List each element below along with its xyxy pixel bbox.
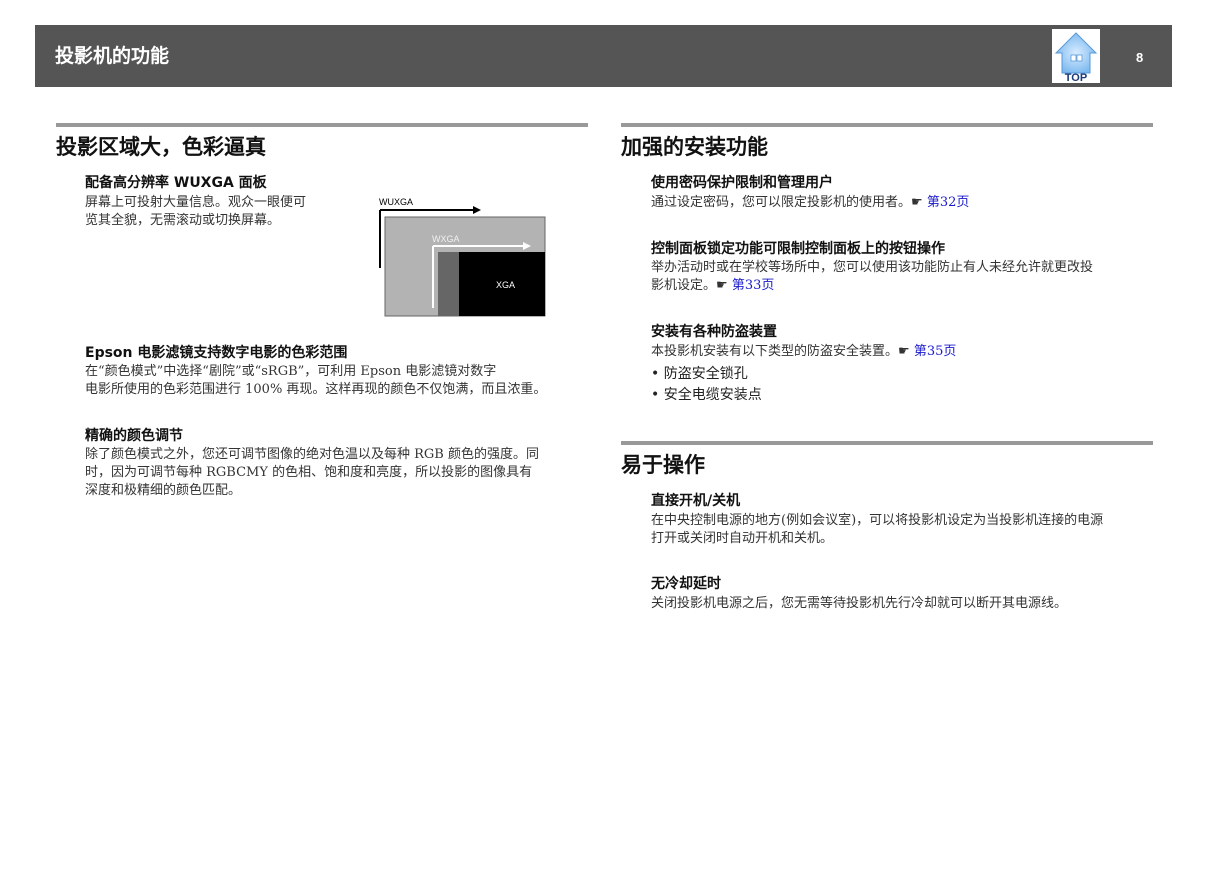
figure-label-xga: XGA	[496, 280, 516, 290]
paragraph-direct-power: 在中央控制电源的地方(例如会议室)，可以将投影机设定为当投影机连接的电源 打开或…	[651, 512, 1103, 548]
subheading-panel-lock: 控制面板锁定功能可限制控制面板上的按钮操作	[651, 241, 945, 257]
paragraph-line: 览其全貌，无需滚动或切换屏幕。	[85, 213, 281, 228]
paragraph-color-adjust: 除了颜色模式之外，您还可调节图像的绝对色温以及每种 RGB 颜色的强度。同 时，…	[85, 446, 539, 500]
pointing-hand-icon: ☛	[898, 344, 910, 359]
subheading-wuxga: 配备高分辨率 WUXGA 面板	[85, 175, 267, 191]
paragraph-line: 举办活动时或在学校等场所中，您可以使用该功能防止有人未经允许就更改投	[651, 260, 1094, 275]
pointing-hand-icon: ☛	[911, 195, 923, 210]
top-label: TOP	[1065, 72, 1087, 83]
page-link-35[interactable]: 第35页	[914, 344, 957, 359]
top-button[interactable]: TOP	[1052, 29, 1100, 84]
paragraph-line: 深度和极精细的颜色匹配。	[85, 483, 242, 498]
page-link-33[interactable]: 第33页	[732, 278, 775, 293]
subheading-cinema-filter: Epson 电影滤镜支持数字电影的色彩范围	[85, 345, 348, 361]
paragraph-wuxga: 屏幕上可投射大量信息。观众一眼便可 览其全貌，无需滚动或切换屏幕。	[85, 194, 306, 230]
paragraph-line: 屏幕上可投射大量信息。观众一眼便可	[85, 195, 307, 210]
resolution-figure: WUXGA WXGA XGA	[375, 196, 550, 320]
page-number: 8	[1136, 50, 1144, 65]
paragraph-line: 打开或关闭时自动开机和关机。	[651, 531, 834, 546]
figure-label-wxga: WXGA	[432, 234, 460, 244]
paragraph-line: 影机设定。	[651, 278, 717, 293]
paragraph-cinema-filter: 在“颜色模式”中选择“剧院”或“sRGB”，可利用 Epson 电影滤镜对数字 …	[85, 363, 546, 399]
paragraph-password: 通过设定密码，您可以限定投影机的使用者。☛ 第32页	[651, 194, 969, 212]
subheading-anti-theft: 安装有各种防盗装置	[651, 324, 777, 340]
subheading-color-adjust: 精确的颜色调节	[85, 428, 183, 444]
list-item-text: 防盗安全锁孔	[663, 366, 748, 382]
paragraph-text: 本投影机安装有以下类型的防盗安全装置。	[651, 344, 899, 359]
paragraph-panel-lock: 举办活动时或在学校等场所中，您可以使用该功能防止有人未经允许就更改投 影机设定。…	[651, 259, 1093, 295]
figure-label-wuxga: WUXGA	[379, 197, 414, 207]
subheading-password: 使用密码保护限制和管理用户	[651, 175, 833, 191]
section-title-operation: 易于操作	[621, 453, 705, 477]
subheading-direct-power: 直接开机/关机	[651, 493, 741, 509]
section-divider	[56, 123, 588, 127]
section-title-display: 投影区域大，色彩逼真	[56, 135, 266, 159]
paragraph-line: 在“颜色模式”中选择“剧院”或“sRGB”，可利用 Epson 电影滤镜对数字	[85, 364, 497, 379]
list-item-text: 安全电缆安装点	[663, 387, 762, 403]
resolution-diagram	[379, 206, 546, 317]
paragraph-line: 时，因为可调节每种 RGBCMY 的色相、饱和度和亮度，所以投影的图像具有	[85, 465, 533, 480]
section-divider	[621, 123, 1153, 127]
section-title-installation: 加强的安装功能	[621, 135, 768, 159]
list-item: • 防盗安全锁孔	[651, 366, 748, 382]
page-link-32[interactable]: 第32页	[927, 195, 970, 210]
paragraph-anti-theft: 本投影机安装有以下类型的防盗安全装置。☛ 第35页	[651, 343, 956, 361]
paragraph-line: 在中央控制电源的地方(例如会议室)，可以将投影机设定为当投影机连接的电源	[651, 513, 1104, 528]
page-title: 投影机的功能	[55, 45, 170, 67]
pointing-hand-icon: ☛	[716, 278, 728, 293]
list-item: • 安全电缆安装点	[651, 387, 762, 403]
home-top-icon: TOP	[1054, 32, 1098, 84]
subheading-no-cooldown: 无冷却延时	[651, 576, 721, 592]
paragraph-text: 通过设定密码，您可以限定投影机的使用者。	[651, 195, 912, 210]
section-divider	[621, 441, 1153, 445]
paragraph-no-cooldown: 关闭投影机电源之后，您无需等待投影机先行冷却就可以断开其电源线。	[651, 596, 1068, 611]
paragraph-line: 除了颜色模式之外，您还可调节图像的绝对色温以及每种 RGB 颜色的强度。同	[85, 447, 539, 462]
page-header: 投影机的功能 TOP 8	[35, 25, 1172, 87]
paragraph-line: 电影所使用的色彩范围进行 100% 再现。这样再现的颜色不仅饱满，而且浓重。	[85, 382, 547, 397]
